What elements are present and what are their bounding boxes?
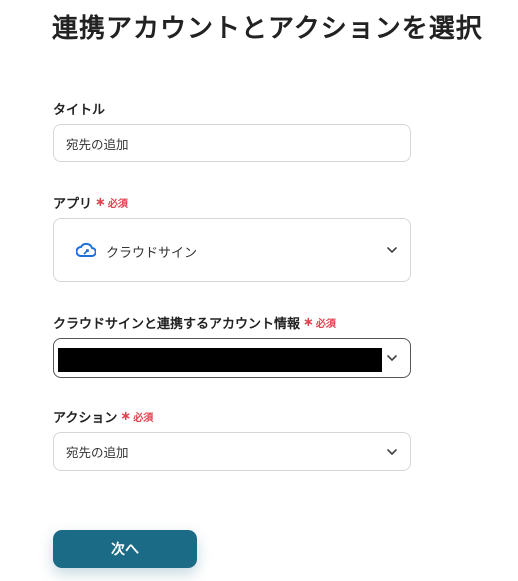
required-asterisk-icon: ∗ bbox=[95, 195, 106, 210]
title-input[interactable]: 宛先の追加 bbox=[53, 124, 411, 162]
title-input-value: 宛先の追加 bbox=[66, 136, 129, 152]
account-label-text: クラウドサインと連携するアカウント情報 bbox=[53, 317, 301, 332]
chevron-down-icon bbox=[386, 446, 398, 458]
app-select[interactable]: クラウドサイン bbox=[53, 218, 411, 282]
chevron-down-icon bbox=[386, 352, 398, 364]
account-select[interactable] bbox=[53, 338, 411, 378]
required-badge: ∗ 必須 bbox=[303, 315, 336, 330]
title-label-text: タイトル bbox=[53, 103, 106, 118]
required-badge: ∗ 必須 bbox=[120, 409, 153, 424]
account-field-label: クラウドサインと連携するアカウント情報 ∗ 必須 bbox=[53, 313, 336, 332]
required-text: 必須 bbox=[133, 413, 154, 424]
action-label-text: アクション bbox=[53, 411, 118, 426]
page-title: 連携アカウントとアクションを選択 bbox=[52, 14, 483, 44]
action-field-label: アクション ∗ 必須 bbox=[53, 407, 153, 426]
next-button[interactable]: 次へ bbox=[53, 530, 197, 568]
action-select[interactable]: 宛先の追加 bbox=[53, 432, 411, 471]
required-asterisk-icon: ∗ bbox=[120, 409, 132, 424]
chevron-down-icon bbox=[386, 244, 398, 256]
required-text: 必須 bbox=[107, 199, 128, 210]
cloudsign-logo-icon bbox=[75, 241, 97, 259]
app-select-value: クラウドサイン bbox=[106, 246, 198, 261]
required-text: 必須 bbox=[315, 319, 336, 330]
redacted-account-value bbox=[58, 348, 382, 372]
action-select-value: 宛先の追加 bbox=[66, 445, 129, 460]
required-badge: ∗ 必須 bbox=[95, 195, 128, 210]
app-label-text: アプリ bbox=[53, 197, 93, 212]
app-field-label: アプリ ∗ 必須 bbox=[53, 193, 128, 212]
title-field-label: タイトル bbox=[53, 99, 105, 118]
required-asterisk-icon: ∗ bbox=[303, 315, 314, 330]
